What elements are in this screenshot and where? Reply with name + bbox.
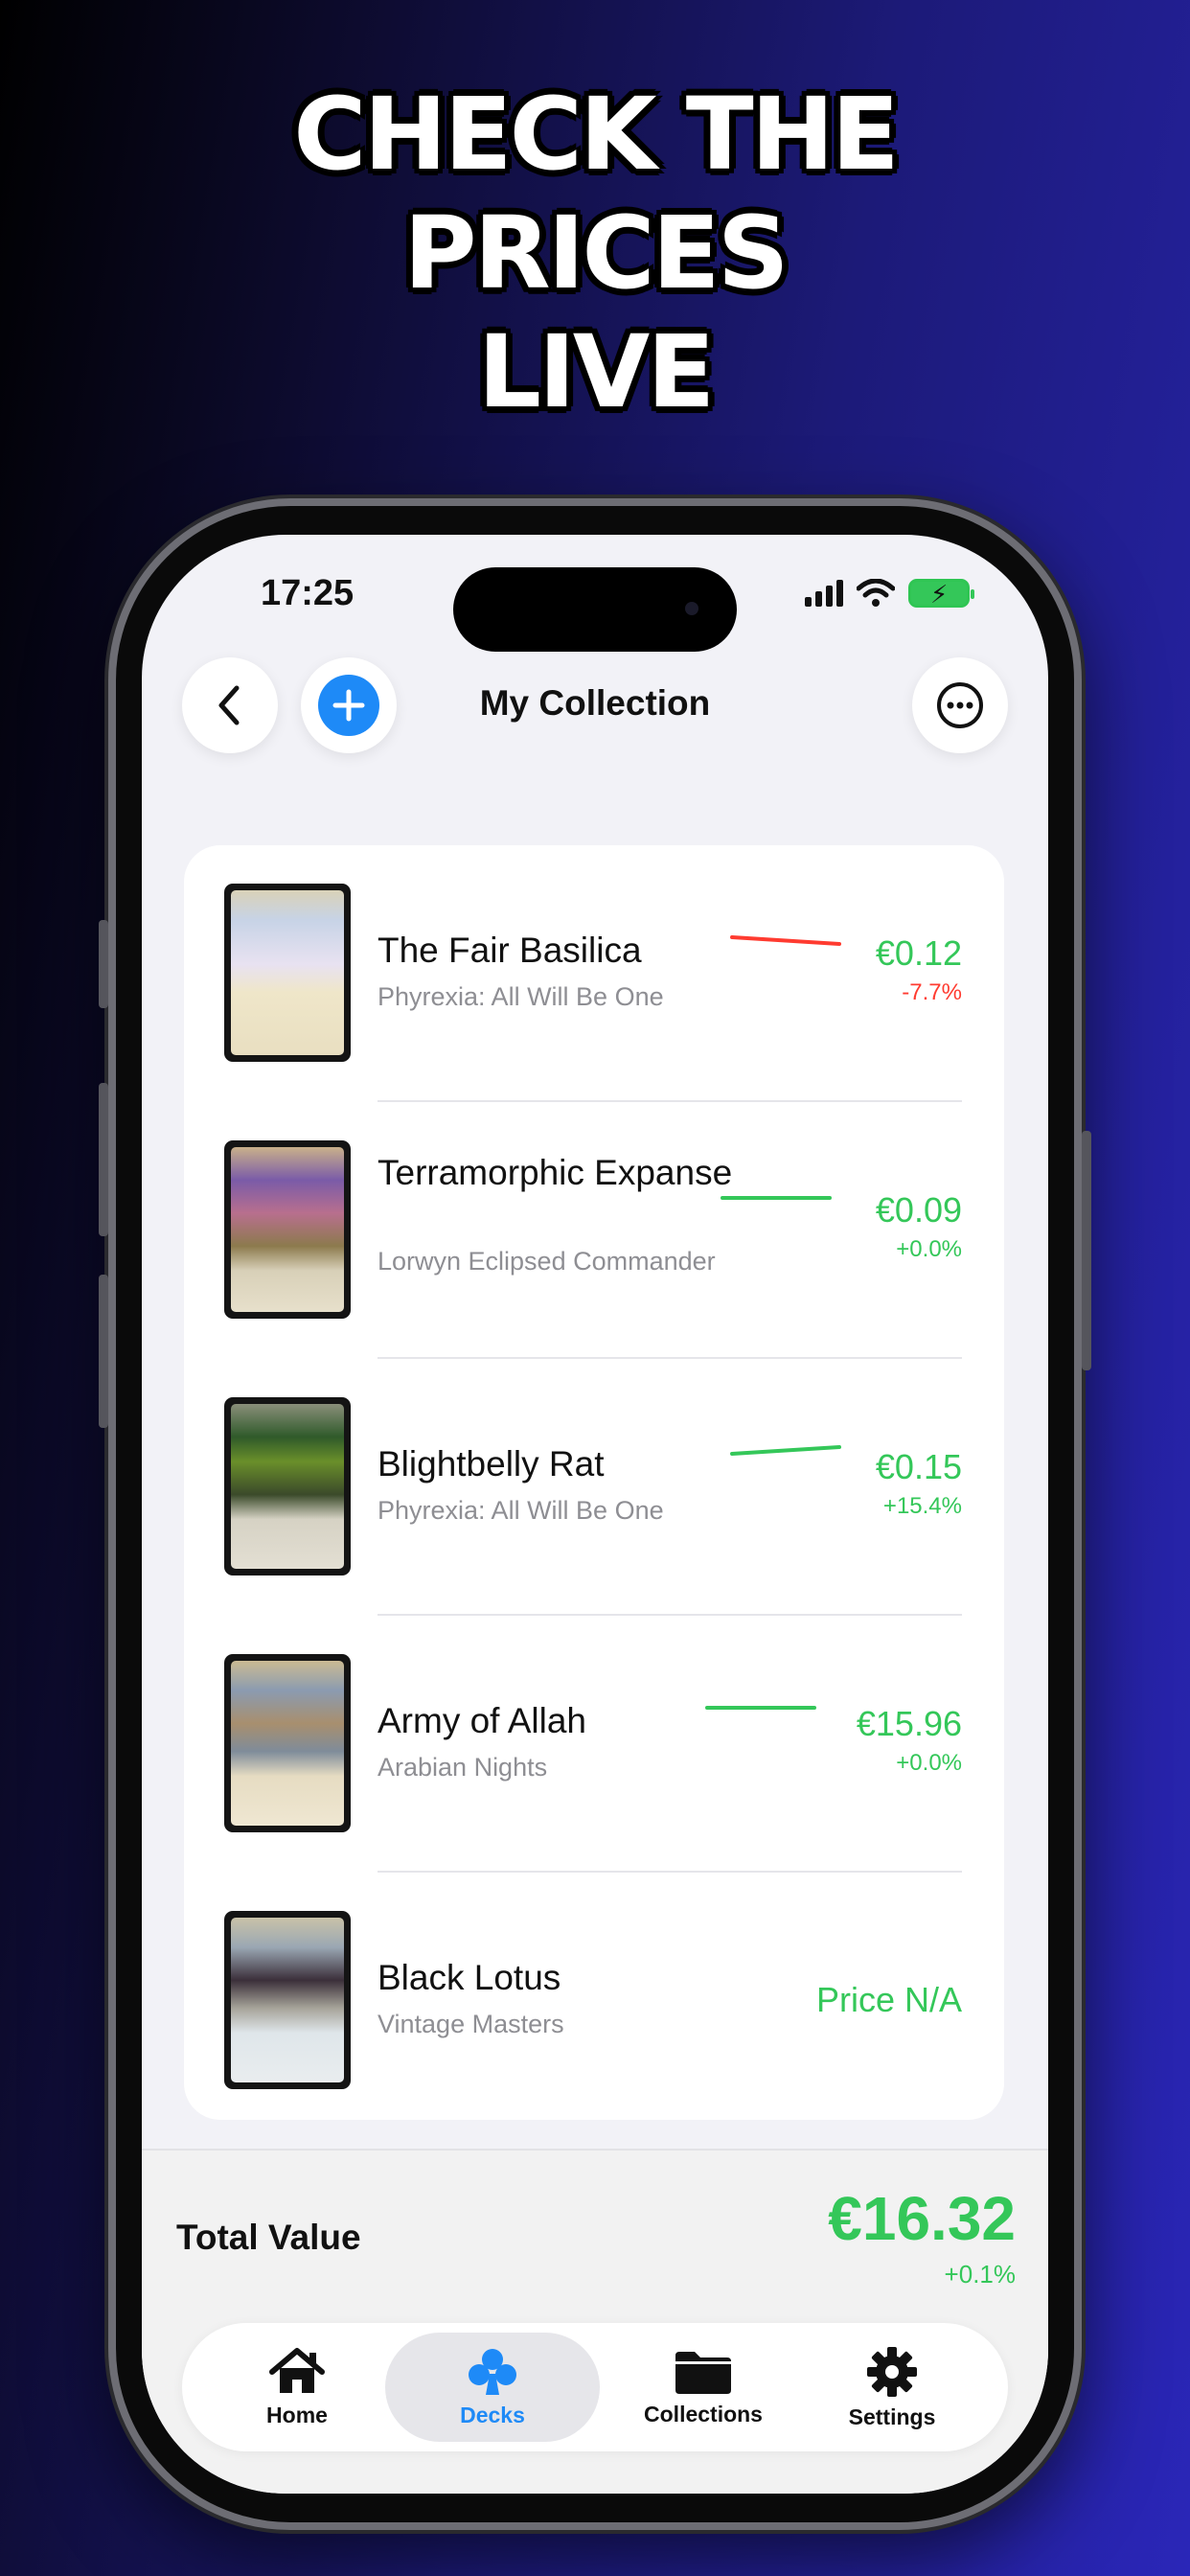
app-screen: 17:25 ⚡ My Collection The Fair Basilica … — [142, 535, 1048, 2494]
gear-icon — [867, 2346, 917, 2397]
tab-label: Settings — [848, 2404, 936, 2429]
card-row[interactable]: Blightbelly Rat Phyrexia: All Will Be On… — [184, 1359, 1004, 1616]
headline-line-1: CHECK THE — [293, 76, 900, 193]
cellular-signal-icon — [805, 580, 843, 607]
tab-home[interactable]: Home — [220, 2323, 374, 2451]
card-set: Phyrexia: All Will Be One — [378, 982, 664, 1011]
card-thumbnail — [224, 884, 351, 1062]
card-thumbnail — [224, 1654, 351, 1832]
club-icon — [469, 2348, 516, 2395]
total-value: €16.32 — [828, 2184, 1016, 2253]
card-set: Phyrexia: All Will Be One — [378, 1496, 664, 1525]
ellipsis-circle-icon — [937, 682, 983, 728]
card-row[interactable]: Black Lotus Vintage Masters Price N/A — [184, 1873, 1004, 2129]
total-change: +0.1% — [944, 2260, 1016, 2288]
card-price-change: -7.7% — [902, 979, 962, 1005]
battery-charging-icon: ⚡ — [908, 579, 974, 609]
card-price: €0.09 — [875, 1190, 962, 1230]
card-name: Blightbelly Rat — [378, 1444, 605, 1484]
folder-icon — [675, 2351, 731, 2394]
volume-down-button — [99, 1275, 108, 1428]
total-label: Total Value — [176, 2218, 361, 2257]
status-time: 17:25 — [261, 573, 355, 613]
more-button[interactable] — [912, 657, 1008, 753]
wifi-icon — [857, 579, 895, 607]
card-row[interactable]: The Fair Basilica Phyrexia: All Will Be … — [184, 845, 1004, 1102]
price-trend-line — [730, 1445, 841, 1456]
card-price: €15.96 — [856, 1704, 962, 1743]
card-set: Vintage Masters — [378, 2010, 564, 2038]
card-price: €0.15 — [875, 1447, 962, 1486]
card-row[interactable]: Army of Allah Arabian Nights €15.96 +0.0… — [184, 1616, 1004, 1873]
tab-decks[interactable]: Decks — [385, 2333, 600, 2442]
card-thumbnail — [224, 1911, 351, 2089]
status-icons: ⚡ — [805, 579, 974, 609]
dynamic-island — [453, 567, 737, 652]
card-name: Black Lotus — [378, 1958, 561, 1997]
tab-settings[interactable]: Settings — [811, 2323, 973, 2451]
power-button — [1082, 1131, 1091, 1370]
tab-collections[interactable]: Collections — [609, 2323, 797, 2451]
action-button — [99, 920, 108, 1008]
card-set: Arabian Nights — [378, 1753, 548, 1782]
card-price-change: +0.0% — [896, 1236, 962, 1262]
house-icon — [269, 2347, 325, 2393]
volume-up-button — [99, 1083, 108, 1236]
tab-label: Home — [266, 2402, 328, 2427]
tab-label: Decks — [460, 2402, 525, 2427]
card-price: €0.12 — [875, 933, 962, 973]
price-trend-line — [705, 1706, 816, 1710]
card-list: The Fair Basilica Phyrexia: All Will Be … — [184, 845, 1004, 2120]
card-name: Terramorphic Expanse — [378, 1153, 733, 1192]
headline-line-3: LIVE — [477, 313, 716, 430]
card-price-change: +15.4% — [882, 1493, 962, 1519]
card-price: Price N/A — [815, 1980, 962, 2019]
price-trend-line — [730, 935, 841, 946]
card-name: Army of Allah — [378, 1701, 586, 1740]
card-set: Lorwyn Eclipsed Commander — [378, 1247, 716, 1276]
tab-bar: Home Decks Collections Settings — [182, 2323, 1008, 2451]
card-row[interactable]: Terramorphic Expanse Lorwyn Eclipsed Com… — [184, 1102, 1004, 1359]
card-price-change: +0.0% — [896, 1750, 962, 1776]
promo-headline: CHECK THE PRICES LIVE — [0, 75, 1190, 431]
card-name: The Fair Basilica — [378, 931, 642, 970]
tab-label: Collections — [644, 2401, 763, 2426]
card-thumbnail — [224, 1397, 351, 1576]
price-trend-line — [721, 1196, 832, 1200]
card-thumbnail — [224, 1140, 351, 1319]
headline-line-2: PRICES — [403, 195, 789, 311]
